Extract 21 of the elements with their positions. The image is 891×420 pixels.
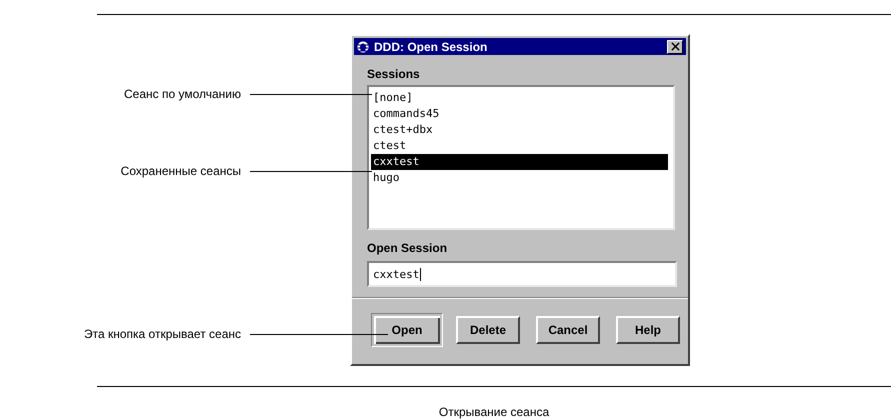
callout-label: Сеанс по умолчанию xyxy=(124,87,241,101)
sessions-list[interactable]: [none] commands45 ctest+dbx ctest cxxtest hugo xyxy=(367,85,675,230)
dialog-button[interactable]: Cancel xyxy=(536,316,600,344)
dialog-button[interactable]: Help xyxy=(616,316,680,344)
dialog-button[interactable]: Delete xyxy=(456,316,520,344)
list-item[interactable]: [none] xyxy=(371,90,668,106)
input-field[interactable]: cxxtest xyxy=(367,261,677,287)
list-item[interactable]: ctest+dbx xyxy=(371,122,668,138)
field-label: Open Session xyxy=(367,241,448,255)
sessions-label: Sessions xyxy=(367,67,421,81)
close-icon xyxy=(670,42,680,51)
close-button[interactable] xyxy=(667,40,683,54)
figure-caption: Открывание сеанса xyxy=(438,405,550,419)
callout-label: Эта кнопка открывает сеанс xyxy=(84,327,241,341)
list-item[interactable]: ctest xyxy=(371,138,668,154)
dialog-button[interactable]: Open xyxy=(371,313,443,347)
list-item[interactable]: commands45 xyxy=(371,106,668,122)
list-item[interactable]: hugo xyxy=(371,170,668,186)
list-item[interactable]: cxxtest xyxy=(371,154,668,170)
callout-label: Сохраненные сеансы xyxy=(120,164,241,178)
window-title: DDD: Open Session xyxy=(374,40,488,54)
